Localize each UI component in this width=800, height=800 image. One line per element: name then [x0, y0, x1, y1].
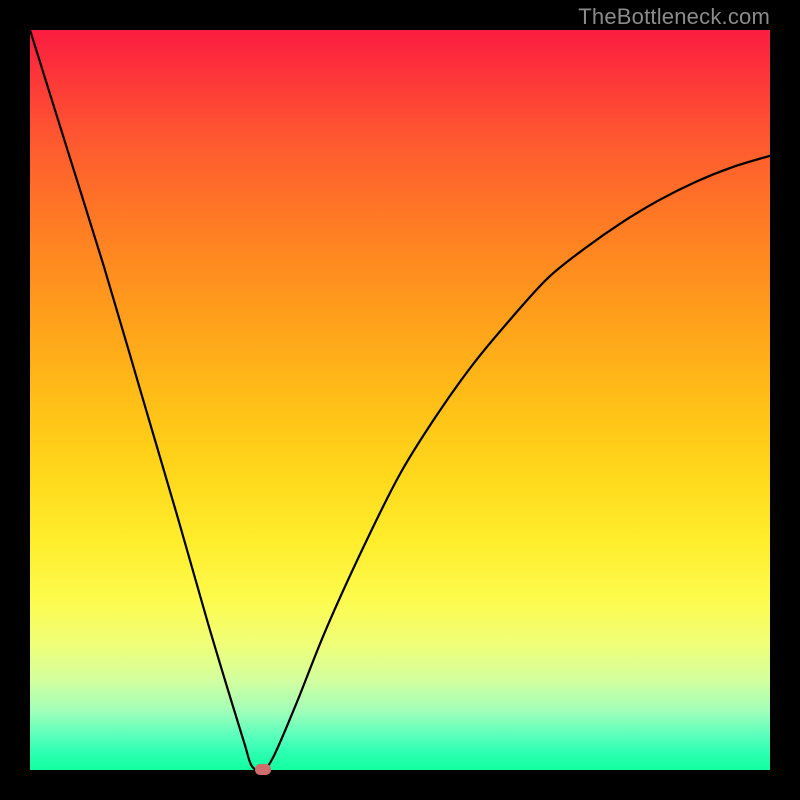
- bottleneck-curve-path: [30, 30, 770, 770]
- optimum-marker: [255, 764, 271, 775]
- curve-svg: [30, 30, 770, 770]
- watermark-text: TheBottleneck.com: [578, 4, 770, 30]
- plot-area: [30, 30, 770, 770]
- chart-frame: TheBottleneck.com: [0, 0, 800, 800]
